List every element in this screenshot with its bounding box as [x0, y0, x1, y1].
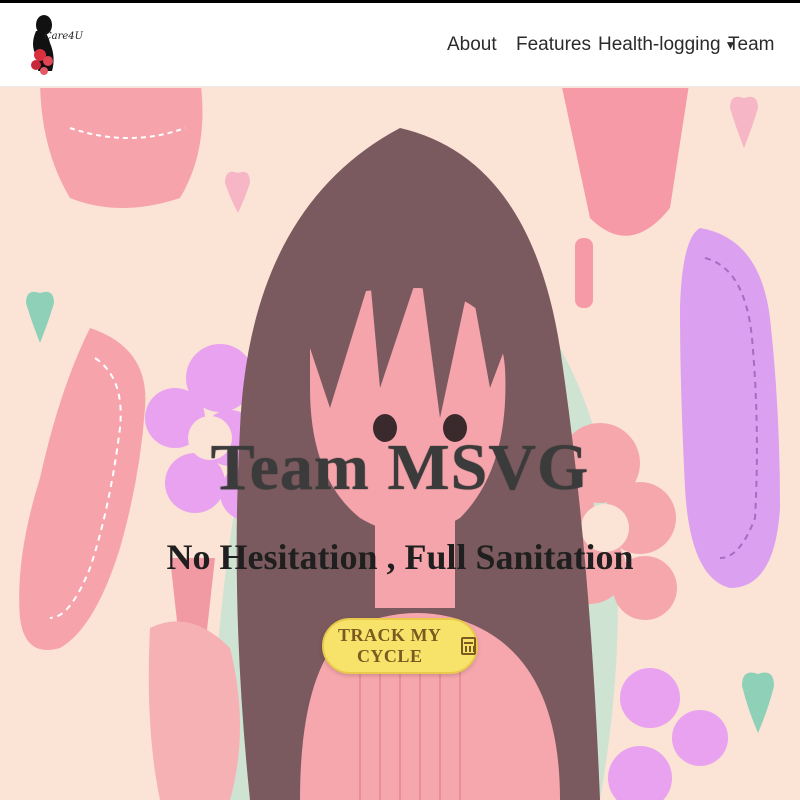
nav-about-link[interactable]: About — [447, 3, 497, 87]
nav-features-link[interactable]: Features — [516, 3, 591, 87]
calendar-icon — [461, 637, 476, 655]
hero-section: Team MSVG No Hesitation , Full Sanitatio… — [0, 88, 800, 800]
track-my-cycle-label: TRACK MY CYCLE — [337, 625, 442, 666]
brand-logo-icon[interactable] — [26, 9, 84, 81]
nav-health-logging-dropdown[interactable]: Health-logging ▼ — [598, 3, 736, 87]
brand-name: Care4U — [44, 31, 84, 42]
navbar: Care4U About Features Health-logging ▼ T… — [0, 3, 800, 87]
hero-subtitle: No Hesitation , Full Sanitation — [166, 537, 634, 577]
nav-team-link[interactable]: Team — [728, 3, 774, 87]
hero-title: Team MSVG — [210, 431, 590, 504]
nav-health-logging-label: Health-logging — [598, 34, 721, 55]
track-my-cycle-button[interactable]: TRACK MY CYCLE — [322, 618, 478, 674]
